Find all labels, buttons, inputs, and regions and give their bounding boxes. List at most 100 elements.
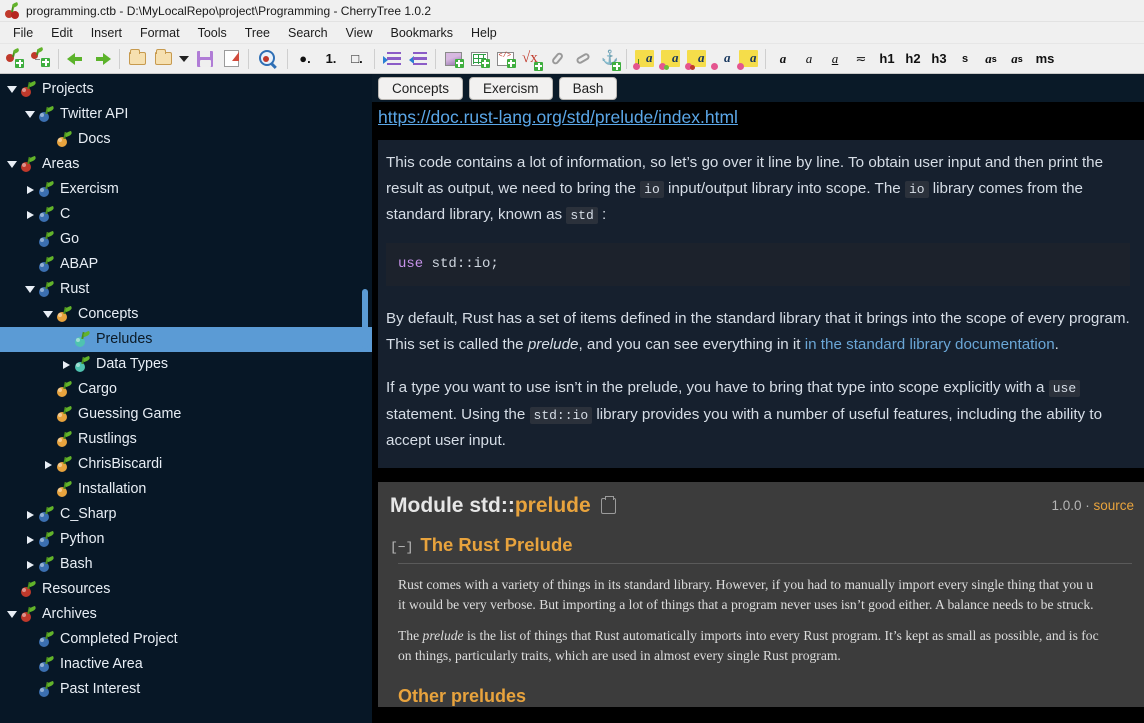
chevron-down-icon[interactable]: [22, 286, 38, 293]
chevron-right-icon[interactable]: [22, 560, 38, 569]
add-subnode-button[interactable]: [28, 46, 54, 72]
chevron-right-icon[interactable]: [58, 360, 74, 369]
chevron-down-icon[interactable]: [40, 311, 56, 318]
insert-link-button[interactable]: [570, 46, 596, 72]
rustdoc-source-link[interactable]: source: [1093, 498, 1134, 513]
menu-insert[interactable]: Insert: [82, 24, 131, 42]
tree-node-inactive-area[interactable]: Inactive Area: [0, 652, 372, 677]
recent-documents-button[interactable]: [150, 46, 176, 72]
chevron-down-icon[interactable]: [4, 161, 20, 168]
save-button[interactable]: [192, 46, 218, 72]
copy-path-icon[interactable]: [600, 495, 616, 514]
tree-node-projects[interactable]: Projects: [0, 77, 372, 102]
menu-bookmarks[interactable]: Bookmarks: [381, 24, 462, 42]
code-block[interactable]: use std::io;: [386, 242, 1130, 286]
tree-node-past-interest[interactable]: Past Interest: [0, 677, 372, 702]
heading-2-button[interactable]: h2: [900, 46, 926, 72]
menu-search[interactable]: Search: [279, 24, 337, 42]
note-url-link[interactable]: https://doc.rust-lang.org/std/prelude/in…: [378, 107, 738, 128]
chevron-down-icon[interactable]: [4, 86, 20, 93]
chevron-right-icon[interactable]: [22, 510, 38, 519]
menu-tools[interactable]: Tools: [189, 24, 236, 42]
tree-node-go[interactable]: Go: [0, 227, 372, 252]
note-rich-text[interactable]: This code contains a lot of information,…: [372, 132, 1144, 723]
open-file-button[interactable]: [124, 46, 150, 72]
tree-node-docs[interactable]: Docs: [0, 127, 372, 152]
insert-image-button[interactable]: [440, 46, 466, 72]
monospace-button[interactable]: ms: [1030, 46, 1060, 72]
tree-node-rust[interactable]: Rust: [0, 277, 372, 302]
go-back-button[interactable]: [63, 46, 89, 72]
bookmark-button-concepts[interactable]: Concepts: [378, 76, 464, 100]
chevron-right-icon[interactable]: [22, 210, 38, 219]
tree-node-chrisbiscardi[interactable]: ChrisBiscardi: [0, 452, 372, 477]
tree-node-resources[interactable]: Resources: [0, 577, 372, 602]
foreground-color-button[interactable]: a: [631, 46, 657, 72]
heading-1-button[interactable]: h1: [874, 46, 900, 72]
add-node-button[interactable]: [2, 46, 28, 72]
italic-button[interactable]: a: [796, 46, 822, 72]
insert-anchor-button[interactable]: ⚓: [596, 46, 622, 72]
tree-node-preludes[interactable]: Preludes: [0, 327, 372, 352]
tree-node-rustlings[interactable]: Rustlings: [0, 427, 372, 452]
insert-latex-button[interactable]: √x: [518, 46, 544, 72]
chevron-down-icon[interactable]: [4, 611, 20, 618]
increase-indent-button[interactable]: [379, 46, 405, 72]
menu-help[interactable]: Help: [462, 24, 506, 42]
todo-list-button[interactable]: □.: [344, 46, 370, 72]
bookmark-button-bash[interactable]: Bash: [558, 76, 618, 100]
chevron-right-icon[interactable]: [40, 460, 56, 469]
remove-formatting-button[interactable]: a: [683, 46, 709, 72]
tree-node-c[interactable]: C: [0, 202, 372, 227]
export-pdf-button[interactable]: [218, 46, 244, 72]
insert-table-button[interactable]: [466, 46, 492, 72]
highlight-color-button[interactable]: a: [735, 46, 761, 72]
tree-node-bash[interactable]: Bash: [0, 552, 372, 577]
tree-node-abap[interactable]: ABAP: [0, 252, 372, 277]
background-color-button[interactable]: a: [657, 46, 683, 72]
bulleted-list-button[interactable]: ●.: [292, 46, 318, 72]
tree-node-completed-project[interactable]: Completed Project: [0, 627, 372, 652]
heading-3-button[interactable]: h3: [926, 46, 952, 72]
tree-node-twitter-api[interactable]: Twitter API: [0, 102, 372, 127]
chevron-down-icon[interactable]: [22, 111, 38, 118]
insert-codebox-button[interactable]: [492, 46, 518, 72]
collapse-toggle-icon[interactable]: [−]: [390, 540, 413, 555]
std-library-documentation-link[interactable]: in the standard library documentation: [805, 336, 1055, 353]
tree-node-concepts[interactable]: Concepts: [0, 302, 372, 327]
tree-node-areas[interactable]: Areas: [0, 152, 372, 177]
menu-edit[interactable]: Edit: [42, 24, 82, 42]
decrease-indent-button[interactable]: [405, 46, 431, 72]
tree-scrollbar[interactable]: [362, 74, 368, 723]
menu-file[interactable]: File: [4, 24, 42, 42]
tree-node-exercism[interactable]: Exercism: [0, 177, 372, 202]
menu-view[interactable]: View: [337, 24, 382, 42]
recent-documents-dropdown[interactable]: [176, 46, 192, 72]
menu-tree[interactable]: Tree: [236, 24, 279, 42]
tree-node-data-types[interactable]: Data Types: [0, 352, 372, 377]
chevron-right-icon[interactable]: [22, 535, 38, 544]
nodes-tree-panel[interactable]: Projects Twitter API Docs Areas Exercism C Go A…: [0, 74, 372, 723]
bold-button[interactable]: a: [770, 46, 796, 72]
tree-node-guessing-game[interactable]: Guessing Game: [0, 402, 372, 427]
attach-file-button[interactable]: [544, 46, 570, 72]
small-text-button[interactable]: s: [952, 46, 978, 72]
chevron-right-icon[interactable]: [22, 185, 38, 194]
bookmark-button-exercism[interactable]: Exercism: [469, 76, 553, 100]
strikethrough-button[interactable]: ≂: [848, 46, 874, 72]
tree-node-archives[interactable]: Archives: [0, 602, 372, 627]
note-content-panel[interactable]: Concepts Exercism Bash https://doc.rust-…: [372, 74, 1144, 723]
subscript-button[interactable]: as: [1004, 46, 1030, 72]
tree-node-installation[interactable]: Installation: [0, 477, 372, 502]
underline-button[interactable]: a: [822, 46, 848, 72]
superscript-button[interactable]: as: [978, 46, 1004, 72]
tree-node-cargo[interactable]: Cargo: [0, 377, 372, 402]
menu-format[interactable]: Format: [131, 24, 189, 42]
numbered-list-button[interactable]: 1.: [318, 46, 344, 72]
tree-scrollbar-thumb[interactable]: [362, 289, 368, 349]
tree-node-python[interactable]: Python: [0, 527, 372, 552]
go-forward-button[interactable]: [89, 46, 115, 72]
text-color-picker-button[interactable]: a: [709, 46, 735, 72]
tree-node-c-sharp[interactable]: C_Sharp: [0, 502, 372, 527]
find-button[interactable]: [253, 46, 283, 72]
